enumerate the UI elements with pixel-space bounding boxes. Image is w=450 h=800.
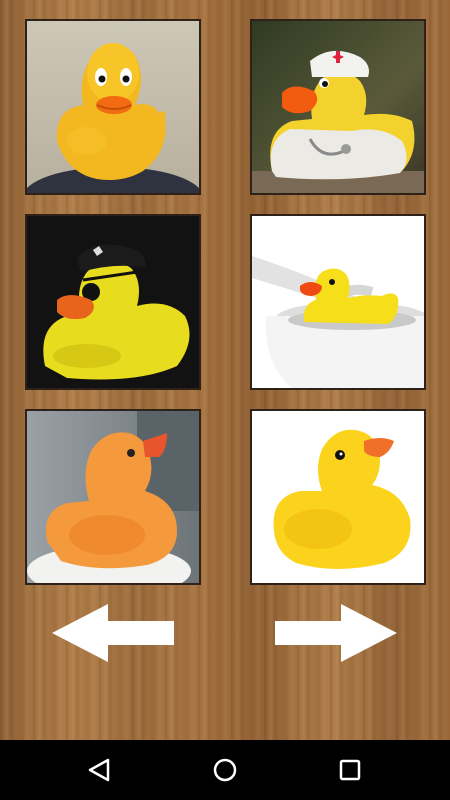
home-circle-icon bbox=[213, 758, 237, 782]
orange-duck-image bbox=[27, 411, 199, 583]
next-arrow-button[interactable] bbox=[275, 604, 399, 662]
duck-image-tile-5[interactable] bbox=[25, 409, 201, 585]
pirate-duck-image bbox=[27, 216, 199, 388]
duck-image-tile-6[interactable] bbox=[250, 409, 426, 585]
arrow-left-icon bbox=[52, 604, 174, 662]
previous-arrow-button[interactable] bbox=[52, 604, 176, 662]
system-navigation-bar bbox=[0, 740, 450, 800]
nurse-duck-image bbox=[252, 21, 424, 193]
home-button[interactable] bbox=[195, 740, 255, 800]
recents-button[interactable] bbox=[320, 740, 380, 800]
arrow-right-icon bbox=[275, 604, 397, 662]
back-triangle-icon bbox=[88, 758, 110, 782]
duck-image-tile-1[interactable] bbox=[25, 19, 201, 195]
duck-image-tile-3[interactable] bbox=[25, 214, 201, 390]
classic-duck-image bbox=[27, 21, 199, 193]
duck-image-tile-2[interactable] bbox=[250, 19, 426, 195]
back-button[interactable] bbox=[70, 740, 130, 800]
bathtub-duck-image bbox=[252, 216, 424, 388]
duck-image-tile-4[interactable] bbox=[250, 214, 426, 390]
recents-square-icon bbox=[339, 759, 361, 781]
yellow-duck-white-bg-image bbox=[252, 411, 424, 583]
